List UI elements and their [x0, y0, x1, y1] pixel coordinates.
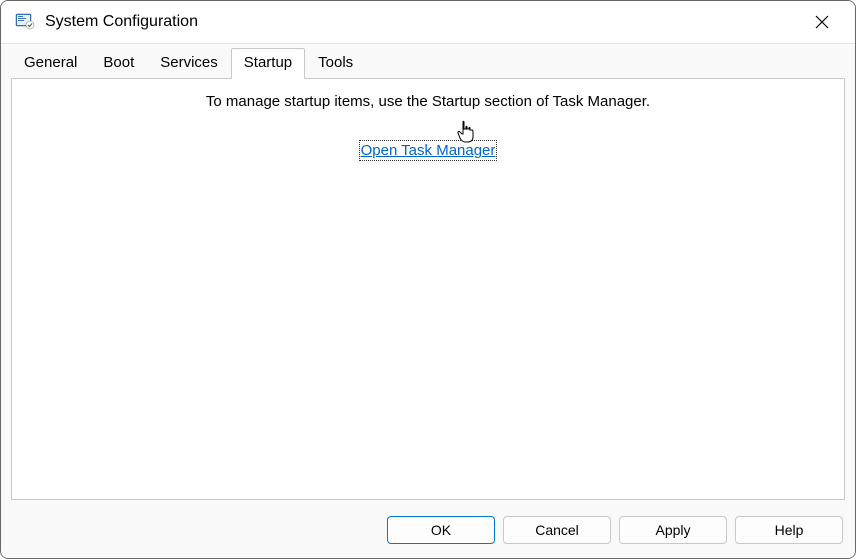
tab-tools[interactable]: Tools: [305, 48, 366, 78]
tab-services[interactable]: Services: [147, 48, 231, 78]
window-title: System Configuration: [45, 13, 801, 31]
client-area: General Boot Services Startup Tools To m…: [1, 43, 855, 558]
help-button[interactable]: Help: [735, 516, 843, 544]
ok-button[interactable]: OK: [387, 516, 495, 544]
system-configuration-window: System Configuration General Boot Servic…: [0, 0, 856, 559]
tab-strip: General Boot Services Startup Tools: [1, 44, 855, 78]
close-button[interactable]: [801, 6, 843, 38]
app-icon: [15, 12, 35, 32]
close-icon: [815, 15, 829, 29]
tab-boot[interactable]: Boot: [90, 48, 147, 78]
tab-startup[interactable]: Startup: [231, 48, 305, 79]
tab-general[interactable]: General: [11, 48, 90, 78]
dialog-buttons: OK Cancel Apply Help: [1, 508, 855, 558]
open-task-manager-link[interactable]: Open Task Manager: [361, 142, 496, 159]
cancel-button[interactable]: Cancel: [503, 516, 611, 544]
titlebar: System Configuration: [1, 1, 855, 43]
instruction-text: To manage startup items, use the Startup…: [26, 93, 830, 110]
apply-button[interactable]: Apply: [619, 516, 727, 544]
startup-tab-content: To manage startup items, use the Startup…: [11, 78, 845, 500]
